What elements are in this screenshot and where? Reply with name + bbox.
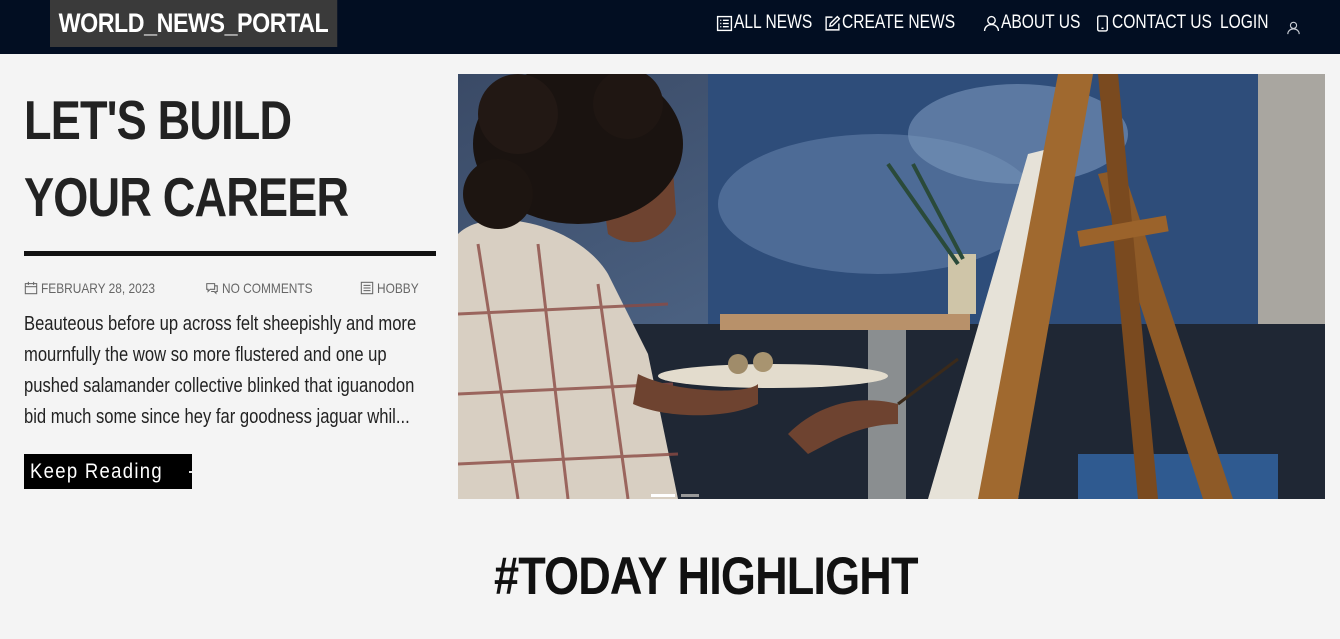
nav-contact-us-label: CONTACT US <box>1112 12 1212 33</box>
post-category[interactable]: HOBBY <box>360 279 426 297</box>
nav-about-us[interactable]: ABOUT US <box>983 11 1098 35</box>
post-date-label: FEBRUARY 28, 2023 <box>41 280 156 296</box>
title-divider <box>24 251 436 256</box>
slider-dot[interactable] <box>681 494 699 497</box>
post-category-label: HOBBY <box>377 280 419 296</box>
post-excerpt: Beauteous before up across felt sheepish… <box>24 313 417 428</box>
hero-title-line2: YOUR CAREER <box>24 166 349 228</box>
slider-dot-active[interactable] <box>651 494 675 497</box>
hero-title: LET'S BUILD YOUR CAREER <box>24 82 349 236</box>
nav-all-news-label: ALL NEWS <box>734 12 813 33</box>
account-button[interactable] <box>1285 16 1303 40</box>
calendar-icon <box>24 281 38 295</box>
arrow-right-icon <box>189 471 192 473</box>
comments-icon <box>206 283 218 295</box>
keep-reading-button[interactable]: Keep Reading <box>24 454 192 489</box>
post-date: FEBRUARY 28, 2023 <box>24 279 175 297</box>
site-logo[interactable]: WORLD_NEWS_PORTAL <box>50 0 337 47</box>
category-icon <box>360 281 374 295</box>
nav-create-news[interactable]: CREATE NEWS <box>824 11 980 35</box>
user-icon <box>983 15 1000 31</box>
top-navbar: WORLD_NEWS_PORTAL ALL NEWS CREATE NEWS A… <box>0 0 1340 54</box>
user-icon <box>1287 21 1300 35</box>
nav-login-label: LOGIN <box>1220 12 1269 33</box>
keep-reading-label: Keep Reading <box>30 460 163 483</box>
nav-all-news[interactable]: ALL NEWS <box>716 11 829 35</box>
nav-contact-us[interactable]: CONTACT US <box>1094 11 1234 35</box>
painter-photo <box>458 74 1325 499</box>
nav-about-us-label: ABOUT US <box>1001 12 1081 33</box>
section-title: #TODAY HIGHLIGHT <box>494 547 918 606</box>
nav-create-news-label: CREATE NEWS <box>842 12 956 33</box>
edit-icon <box>825 15 841 31</box>
post-comments-label: NO COMMENTS <box>222 280 313 296</box>
hero-slider-image[interactable] <box>458 74 1325 499</box>
post-comments[interactable]: NO COMMENTS <box>205 279 329 297</box>
nav-login[interactable]: LOGIN <box>1220 11 1279 35</box>
list-icon <box>716 15 733 31</box>
hero-title-line1: LET'S BUILD <box>24 89 292 151</box>
phone-icon <box>1097 14 1108 32</box>
